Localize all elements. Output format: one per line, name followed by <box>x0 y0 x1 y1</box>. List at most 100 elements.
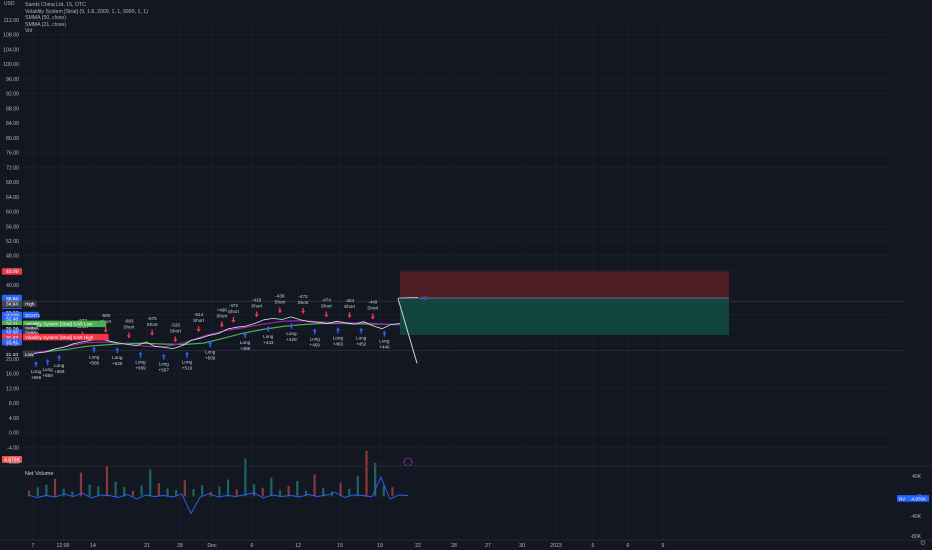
net-badge-value: -4.876K <box>910 496 927 501</box>
short-arrow <box>219 321 224 328</box>
volume-bar <box>287 485 290 497</box>
long-signal-label: +669 <box>54 369 65 374</box>
volume-bar <box>140 485 143 497</box>
volume-bar <box>348 488 351 497</box>
short-signal-label: Short <box>147 322 159 327</box>
price-tag: Volatility System [Strat] SAR High <box>25 335 94 340</box>
volume-bar <box>270 477 273 497</box>
y-tick-label: 84.00 <box>6 121 19 127</box>
volume-bar <box>105 466 109 497</box>
long-signal-label: Long <box>89 354 100 359</box>
long-arrow <box>115 347 120 354</box>
short-signal-label: +490 <box>217 307 228 312</box>
short-arrow <box>301 307 306 314</box>
y-tick-label: 4.00 <box>9 416 19 422</box>
chart-legend[interactable]: Sands China Ltd, 15, OTC Volatility Syst… <box>25 2 148 35</box>
short-arrow <box>347 312 352 319</box>
y-tick-label: 92.00 <box>6 92 19 98</box>
y-tick-label: 64.00 <box>6 195 19 201</box>
y-tick-label: 56.00 <box>6 224 19 230</box>
legend-indicator-smma50[interactable]: SMMA (50, close) <box>25 15 148 22</box>
y-tick-label: 68.00 <box>6 180 19 186</box>
volume-bars: 4.879K <box>2 450 413 497</box>
long-signal-label: +625 <box>112 361 123 366</box>
short-signal-label: Short <box>274 299 286 304</box>
x-tick-label: 12:00 <box>57 543 70 549</box>
y-tick-label: 60.00 <box>6 210 19 216</box>
net-volume-label[interactable]: Net Volume <box>25 471 53 477</box>
short-arrow <box>103 326 108 333</box>
x-tick-label: 9 <box>662 543 665 549</box>
short-signal-label: -472 <box>229 303 239 308</box>
long-signal-label: +585 <box>89 360 100 365</box>
x-tick-label: 27 <box>485 543 491 549</box>
short-signal-label: Short <box>123 325 135 330</box>
x-tick-label: 14 <box>90 543 96 549</box>
short-signal-label: Short <box>228 309 240 314</box>
y-tick-label: 16.00 <box>6 372 19 378</box>
short-signal-label: -472 <box>298 294 308 299</box>
legend-indicator-smma21[interactable]: SMMA (21, close) <box>25 22 148 29</box>
long-signal-label: +440 <box>379 345 390 350</box>
short-signal-label: -474 <box>322 298 332 303</box>
y-tick-label: 40.00 <box>6 283 19 289</box>
x-tick-label: 6 <box>251 543 254 549</box>
long-arrow <box>184 351 189 358</box>
legend-indicator-volume[interactable]: Vol <box>25 28 148 35</box>
x-tick-label: 21 <box>144 543 150 549</box>
x-tick-label: 19 <box>377 543 383 549</box>
stop-loss-zone <box>400 271 729 299</box>
short-arrow <box>231 317 236 324</box>
y-tick-label: 96.00 <box>6 77 19 83</box>
x-tick-label: 6 <box>627 543 630 549</box>
volume-bar <box>166 488 169 497</box>
net-volume-line <box>27 475 409 515</box>
volume-bar <box>201 485 204 497</box>
long-signal-label: Long <box>135 360 146 365</box>
y-tick-label: 12.00 <box>6 386 19 392</box>
gear-icon[interactable]: ⚙ <box>920 539 926 547</box>
volume-bar <box>45 484 48 497</box>
short-signal-label: Short <box>298 300 310 305</box>
long-signal-label: +485 <box>240 346 251 351</box>
y-tick-label: 48.00 <box>6 254 19 260</box>
short-signal-label: -590 <box>101 313 111 318</box>
long-signal-label: Long <box>356 336 367 341</box>
x-tick-label: 30 <box>519 543 525 549</box>
y-tick-label: 28.00 <box>6 327 19 333</box>
volume-bar <box>149 469 152 497</box>
volume-bar <box>226 479 230 497</box>
volume-bar <box>114 481 117 497</box>
long-signal-label: Long <box>310 336 321 341</box>
short-signal-label: -575 <box>148 316 158 321</box>
y-tick-label: 52.00 <box>6 239 19 245</box>
long-arrow <box>161 353 166 360</box>
y-tick-label: -4.00 <box>7 445 19 451</box>
short-signal-label: -526 <box>171 323 181 328</box>
short-signal-label: Short <box>170 329 182 334</box>
price-tag: High <box>25 302 35 307</box>
volume-bar <box>278 490 282 497</box>
volume-bar <box>356 475 359 497</box>
net-y-tick-label: 40K <box>912 474 922 480</box>
y-tick-label: 36.00 <box>6 298 19 304</box>
y-tick-label: 0.00 <box>9 431 19 437</box>
trading-chart[interactable]: 32° 4.879K Long+665Long+668Long+669-670S… <box>0 0 932 550</box>
take-profit-zone <box>400 298 729 335</box>
y-tick-label: 80.00 <box>6 136 19 142</box>
legend-title[interactable]: Sands China Ltd, 15, OTC <box>25 2 148 9</box>
entry-label: 32° <box>421 296 429 302</box>
volume-bar <box>218 486 221 497</box>
legend-indicator-volatility[interactable]: Volatility System [Strat] (9, 1.8, 2000,… <box>25 9 148 16</box>
short-signal-label: -438 <box>275 293 285 298</box>
long-signal-label: +429 <box>286 337 297 342</box>
long-signal-label: +459 <box>310 342 321 347</box>
long-signal-label: +452 <box>356 342 367 347</box>
long-signal-label: +659 <box>135 366 146 371</box>
long-signal-label: Long <box>286 331 297 336</box>
short-signal-label: Short <box>216 313 228 318</box>
x-tick-label: 7 <box>32 543 35 549</box>
short-arrow <box>196 326 201 333</box>
y-tick-label: 108.00 <box>3 33 19 39</box>
long-signal-label: +668 <box>42 373 53 378</box>
